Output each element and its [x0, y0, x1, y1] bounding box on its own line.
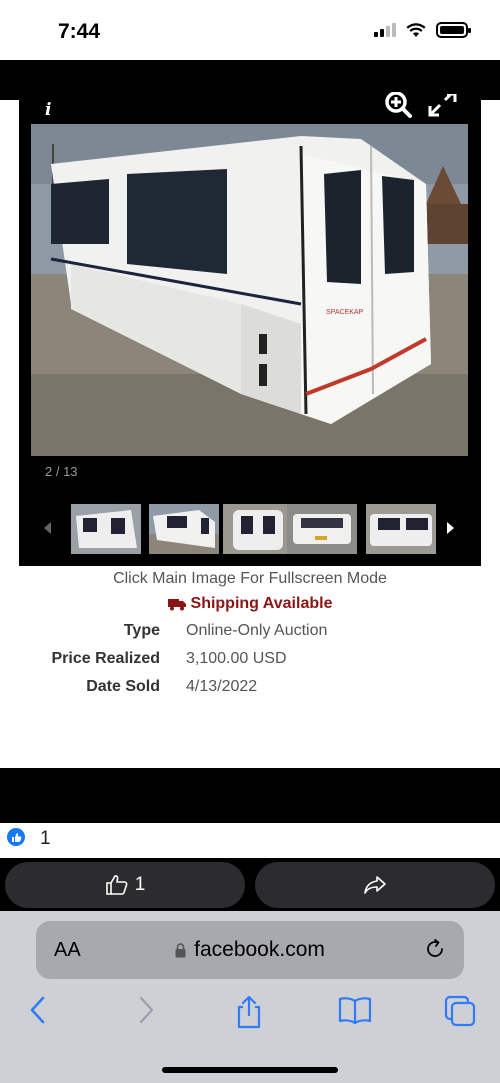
fullscreen-caption[interactable]: Click Main Image For Fullscreen Mode — [0, 570, 500, 588]
browser-bottom-bar: AA facebook.com — [0, 911, 500, 1083]
cellular-signal-icon — [374, 23, 396, 37]
detail-value: Online-Only Auction — [186, 622, 328, 639]
thumbnail[interactable] — [366, 504, 436, 554]
thumbnail[interactable] — [71, 504, 141, 554]
url-text: facebook.com — [194, 938, 325, 961]
info-icon[interactable]: i — [45, 100, 51, 120]
status-icons — [374, 22, 471, 38]
detail-label: Price Realized — [51, 650, 161, 667]
forward-icon[interactable] — [136, 995, 156, 1025]
detail-value: 3,100.00 USD — [186, 650, 287, 667]
thumbnail-strip — [19, 500, 481, 556]
reaction-count: 1 — [40, 828, 51, 849]
back-icon[interactable] — [28, 995, 48, 1025]
detail-label: Date Sold — [86, 678, 160, 695]
zoom-in-icon[interactable] — [383, 92, 415, 118]
detail-row-type: Type Online-Only Auction — [0, 622, 500, 644]
browser-toolbar — [0, 991, 500, 1031]
wifi-icon — [406, 22, 426, 37]
home-indicator — [162, 1067, 338, 1073]
share-button[interactable] — [255, 862, 495, 908]
reactions-bar[interactable]: 1 — [0, 823, 500, 858]
tabs-icon[interactable] — [444, 995, 476, 1027]
fullscreen-icon[interactable] — [427, 94, 459, 118]
thumbnail-prev-arrow-icon[interactable] — [44, 522, 51, 534]
reload-icon[interactable] — [424, 938, 446, 960]
truck-icon — [167, 598, 186, 610]
svg-text:SPACEKAP: SPACEKAP — [326, 309, 364, 316]
address-bar[interactable]: AA facebook.com — [36, 921, 464, 979]
share-icon — [364, 876, 386, 894]
shipping-label: Shipping Available — [190, 595, 333, 612]
shipping-available: Shipping Available — [0, 595, 500, 613]
lock-icon — [175, 942, 186, 957]
thumbnail[interactable] — [149, 504, 219, 554]
thumbnail[interactable] — [223, 504, 293, 554]
thumbnail[interactable] — [287, 504, 357, 554]
image-gallery: i SPACEKAP 2 / 13 — [19, 92, 481, 566]
status-time: 7:44 — [58, 20, 101, 43]
share-sheet-icon[interactable] — [234, 995, 264, 1029]
truck-cap-photo: SPACEKAP — [31, 124, 468, 456]
detail-row-date-sold: Date Sold 4/13/2022 — [0, 678, 500, 700]
main-image[interactable]: SPACEKAP — [31, 124, 468, 456]
detail-value: 4/13/2022 — [186, 678, 258, 695]
like-button[interactable]: 1 — [5, 862, 245, 908]
thumbnail-next-arrow-icon[interactable] — [447, 522, 454, 534]
thumbs-up-icon — [105, 875, 128, 895]
url-display[interactable]: facebook.com — [36, 938, 464, 962]
image-counter: 2 / 13 — [45, 464, 78, 479]
status-bar: 7:44 — [0, 0, 500, 60]
like-reaction-icon — [7, 828, 25, 846]
like-count: 1 — [134, 874, 146, 895]
battery-icon — [436, 22, 471, 38]
detail-label: Type — [123, 622, 160, 639]
detail-row-price-realized: Price Realized 3,100.00 USD — [0, 650, 500, 672]
bookmarks-icon[interactable] — [338, 995, 372, 1025]
